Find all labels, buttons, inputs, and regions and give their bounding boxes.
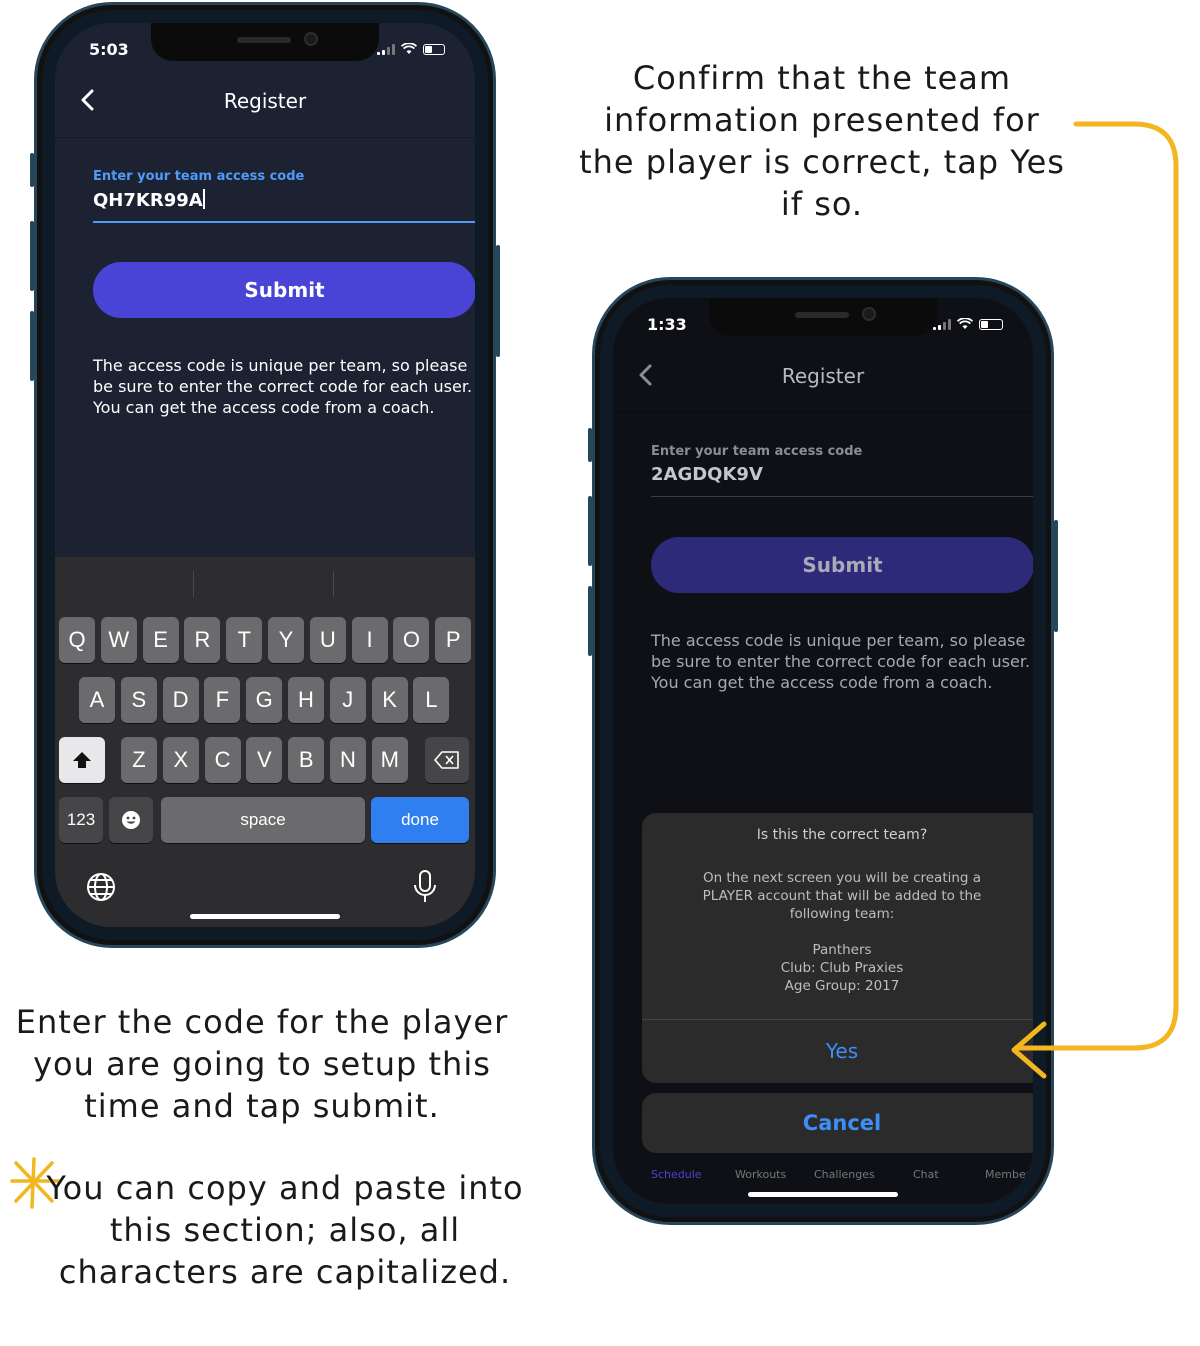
connector-arrow [1011,121,1179,1079]
